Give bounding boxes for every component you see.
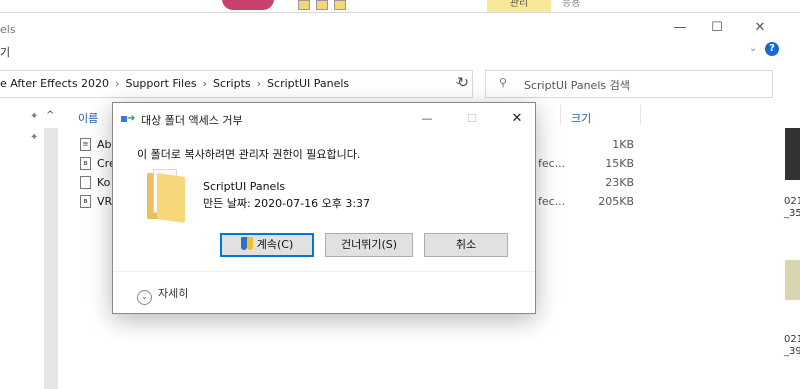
script-file-icon: ʙ: [80, 157, 91, 170]
dialog-message: 이 폴더로 복사하려면 관리자 권한이 필요합니다.: [137, 148, 361, 161]
folder-icon: [147, 169, 187, 223]
dialog-minimize-button[interactable]: —: [413, 108, 441, 130]
help-icon[interactable]: ?: [765, 42, 779, 56]
folder-created-date: 만든 날짜: 2020-07-16 오후 3:37: [203, 197, 371, 210]
file-name: Ko: [97, 176, 111, 189]
scrollbar[interactable]: [44, 128, 58, 389]
search-icon: ⚲: [499, 76, 508, 89]
search-placeholder: ScriptUI Panels 검색: [524, 79, 630, 92]
search-input[interactable]: ⚲ ScriptUI Panels 검색: [485, 70, 773, 98]
maximize-button[interactable]: ☐: [702, 18, 732, 38]
blank-file-icon: [80, 176, 91, 189]
file-type: fec...: [538, 157, 566, 170]
pin-icon[interactable]: ✦: [30, 111, 38, 122]
quick-access-toolbar[interactable]: [298, 0, 352, 12]
refresh-icon[interactable]: ↻: [450, 70, 476, 96]
file-move-icon: ➜: [121, 113, 135, 125]
file-size: 1KB: [612, 138, 634, 151]
background-text: _39: [784, 346, 800, 357]
column-divider[interactable]: [560, 105, 561, 125]
access-denied-dialog: ➜ 대상 폴더 액세스 거부 — ☐ ✕ 이 폴더로 복사하려면 관리자 권한이…: [112, 102, 536, 314]
breadcrumb-item[interactable]: Scripts: [213, 77, 251, 90]
breadcrumb-item[interactable]: ScriptUI Panels: [267, 77, 349, 90]
skip-button[interactable]: 건너뛰기(S): [325, 233, 413, 257]
pin-icon[interactable]: ✦: [30, 132, 38, 143]
folder-name: ScriptUI Panels: [203, 180, 286, 193]
dialog-maximize-button: ☐: [467, 112, 477, 125]
ribbon-expand-icon[interactable]: ⌄: [749, 43, 757, 54]
background-text: _35: [784, 208, 800, 219]
continue-button[interactable]: 계속(C): [220, 233, 314, 257]
continue-button-label: 계속(C): [256, 238, 294, 251]
window-title: els: [0, 23, 16, 36]
background-app-icon: [222, 0, 274, 10]
thumbnail: [785, 260, 800, 300]
sort-up-icon[interactable]: ^: [46, 110, 54, 121]
file-type: fec...: [538, 195, 566, 208]
column-size[interactable]: 크기: [571, 110, 591, 126]
file-size: 205KB: [598, 195, 634, 208]
chevron-down-icon: ⌄: [137, 290, 152, 305]
file-name: Ab: [97, 138, 112, 151]
script-file-icon: ʙ: [80, 195, 91, 208]
column-name[interactable]: 이름: [78, 110, 98, 126]
dialog-divider: [113, 271, 535, 272]
chevron-right-icon: ›: [256, 77, 262, 90]
breadcrumb: e After Effects 2020 › Support Files › Scrip…: [0, 77, 349, 90]
thumbnail: [785, 128, 800, 180]
ribbon-tab-app[interactable]: 응용: [562, 0, 580, 9]
ribbon-tab-manage[interactable]: 관리: [487, 0, 551, 12]
address-bar[interactable]: e After Effects 2020 › Support Files › Scrip…: [0, 70, 473, 98]
file-size: 15KB: [605, 157, 634, 170]
background-text: 021: [784, 334, 800, 345]
dialog-close-button[interactable]: ✕: [503, 108, 531, 130]
top-strip: 관리 응용: [0, 0, 800, 12]
chevron-right-icon: ›: [115, 77, 120, 90]
dialog-titlebar[interactable]: ➜ 대상 폴더 액세스 거부 — ☐ ✕: [113, 103, 535, 135]
background-text: 021: [784, 196, 800, 207]
more-details-label: 자세히: [158, 287, 189, 300]
more-details-toggle[interactable]: ⌄ 자세히: [137, 285, 188, 305]
ribbon-label[interactable]: 기: [0, 44, 10, 60]
cancel-button[interactable]: 취소: [424, 233, 508, 257]
file-name: VR: [97, 195, 113, 208]
column-divider[interactable]: [640, 105, 641, 125]
dialog-title: 대상 폴더 액세스 거부: [141, 114, 243, 127]
file-size: 23KB: [605, 176, 634, 189]
breadcrumb-item[interactable]: Support Files: [125, 77, 196, 90]
chevron-right-icon: ›: [202, 77, 207, 90]
breadcrumb-item[interactable]: e After Effects 2020: [0, 77, 109, 90]
minimize-button[interactable]: —: [665, 18, 695, 38]
ribbon-row: 기 ⌄ ?: [0, 40, 800, 62]
text-file-icon: ≡: [80, 138, 91, 151]
uac-shield-icon: [240, 237, 253, 250]
close-button[interactable]: ✕: [745, 18, 775, 38]
